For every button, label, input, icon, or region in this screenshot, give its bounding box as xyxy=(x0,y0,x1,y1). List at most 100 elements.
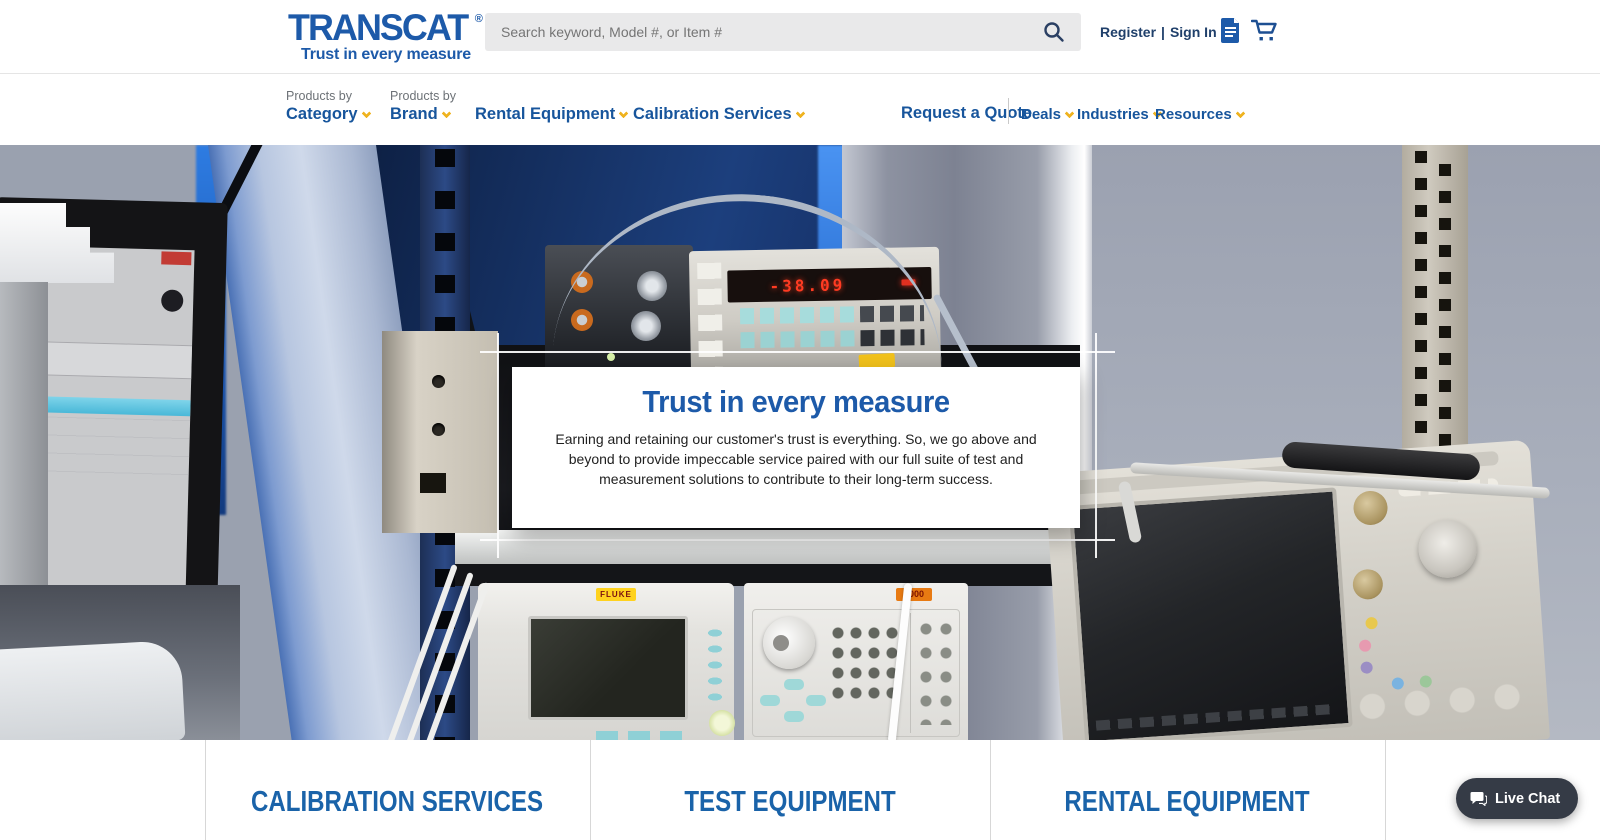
photo-knob xyxy=(1352,568,1384,600)
transcat-logo[interactable]: TRANSCAT® Trust in every measure xyxy=(288,7,483,64)
photo-connector xyxy=(432,375,445,388)
section-divider xyxy=(990,740,991,840)
nav-label: Category xyxy=(286,105,370,123)
photo-switch xyxy=(420,473,446,493)
photo-panel-divider xyxy=(910,613,911,733)
category-sections: CALIBRATION SERVICES TEST EQUIPMENT RENT… xyxy=(0,740,1600,840)
search-button[interactable] xyxy=(1027,13,1081,51)
photo-softkeys xyxy=(704,625,726,709)
nav-label: Brand xyxy=(390,105,450,123)
photo-knob xyxy=(763,617,815,669)
nav-eyebrow xyxy=(633,89,804,104)
account-links: Register | Sign In xyxy=(1100,24,1228,40)
photo-paper-stack-side xyxy=(0,282,48,592)
nav-resources[interactable]: Resources xyxy=(1155,106,1244,124)
transcat-homepage: TRANSCAT ® Trust in every measure Registe… xyxy=(0,0,1600,840)
quote-list-button[interactable] xyxy=(1221,17,1241,48)
photo-scope-readout xyxy=(1096,704,1336,731)
chevron-down-icon xyxy=(795,109,805,119)
photo-signal-generator: 3000 xyxy=(744,583,968,740)
nav-products-by-brand[interactable]: Products by Brand xyxy=(390,89,456,124)
photo-arrow-key xyxy=(784,711,804,722)
live-chat-label: Live Chat xyxy=(1495,791,1560,807)
photo-channel-button xyxy=(1359,639,1372,652)
chevron-down-icon xyxy=(441,109,451,119)
photo-arrow-key xyxy=(760,695,780,706)
chevron-down-icon xyxy=(619,109,629,119)
register-link[interactable]: Register xyxy=(1100,24,1156,40)
sign-in-link[interactable]: Sign In xyxy=(1170,24,1217,40)
photo-knob xyxy=(1352,490,1388,526)
crosshair-line xyxy=(497,333,499,558)
hero-title: Trust in every measure xyxy=(529,384,1063,420)
nav-label: Deals xyxy=(1021,106,1073,123)
photo-knob-hole xyxy=(773,635,789,651)
hero-body: Earning and retaining our customer's tru… xyxy=(546,429,1046,489)
photo-scope-screen xyxy=(1069,487,1353,740)
photo-arrow-key xyxy=(784,679,804,690)
nav-label: Resources xyxy=(1155,106,1244,123)
nav-eyebrow xyxy=(475,89,627,104)
photo-softkeys xyxy=(596,731,692,740)
chevron-down-icon xyxy=(1065,109,1075,119)
nav-label: Rental Equipment xyxy=(475,105,627,123)
section-title-rental-equipment[interactable]: RENTAL EQUIPMENT xyxy=(1064,786,1309,819)
cart-button[interactable] xyxy=(1251,18,1278,48)
nav-products-by-category[interactable]: Products by Category xyxy=(286,89,370,124)
nav-rental-equipment[interactable]: Rental Equipment xyxy=(475,89,627,124)
document-icon xyxy=(1221,17,1241,43)
search-icon xyxy=(1042,20,1066,44)
photo-knob xyxy=(1417,518,1479,580)
account-separator: | xyxy=(1161,24,1165,40)
photo-shelf xyxy=(455,530,1080,564)
logo-wordmark: TRANSCAT xyxy=(288,7,467,49)
photo-knobs xyxy=(1356,680,1541,739)
section-divider xyxy=(1385,740,1386,840)
chevron-down-icon xyxy=(1235,109,1245,119)
crosshair-line xyxy=(480,539,1115,541)
nav-eyebrow: Products by xyxy=(286,89,370,104)
nav-eyebrow: Products by xyxy=(390,89,456,104)
nav-label: Calibration Services xyxy=(633,105,804,123)
photo-beige-instrument xyxy=(382,331,498,533)
fluke-brand-label: FLUKE xyxy=(596,588,636,601)
nav-calibration-services[interactable]: Calibration Services xyxy=(633,89,804,124)
hero-message-card: Trust in every measure Earning and retai… xyxy=(512,367,1080,528)
registered-mark: ® xyxy=(475,13,483,25)
photo-arrow-key xyxy=(806,695,826,706)
photo-keypad xyxy=(920,623,958,725)
chat-bubble-icon xyxy=(1470,791,1487,806)
photo-fluke-screen xyxy=(528,616,688,720)
nav-request-a-quote[interactable]: Request a Quote xyxy=(901,104,1032,123)
cart-icon xyxy=(1251,18,1278,43)
nav-divider xyxy=(1008,98,1009,124)
photo-channel-button xyxy=(1360,661,1373,674)
nav-label: Request a Quote xyxy=(901,104,1032,122)
site-header: TRANSCAT® Trust in every measure Registe… xyxy=(0,0,1600,74)
section-divider xyxy=(205,740,206,840)
photo-fluke-calibrator: FLUKE xyxy=(478,583,734,740)
nav-deals[interactable]: Deals xyxy=(1021,106,1073,124)
live-chat-button[interactable]: Live Chat xyxy=(1456,778,1578,819)
photo-app-titlebar xyxy=(161,251,191,265)
photo-badge xyxy=(709,710,735,736)
generator-sticker: 3000 xyxy=(896,588,932,601)
crosshair-line xyxy=(1095,333,1097,558)
photo-channel-button xyxy=(1391,677,1404,690)
photo-cloth xyxy=(0,640,185,740)
search-input[interactable] xyxy=(485,13,1027,51)
hero-banner: -38.09 FLUKE 3000 xyxy=(0,145,1600,740)
section-title-test-equipment[interactable]: TEST EQUIPMENT xyxy=(684,786,895,819)
nav-label: Industries xyxy=(1077,106,1161,123)
photo-keypad xyxy=(832,627,902,707)
nav-industries[interactable]: Industries xyxy=(1077,106,1161,124)
photo-channel-button xyxy=(1365,617,1378,630)
photo-app-icon xyxy=(161,289,184,312)
search-bar xyxy=(485,13,1081,51)
chevron-down-icon xyxy=(361,109,371,119)
main-nav: Products by Category Products by Brand R… xyxy=(0,75,1600,145)
photo-channel-button xyxy=(1419,675,1432,688)
section-title-calibration-services[interactable]: CALIBRATION SERVICES xyxy=(251,786,543,819)
section-divider xyxy=(590,740,591,840)
photo-connector xyxy=(432,423,445,436)
